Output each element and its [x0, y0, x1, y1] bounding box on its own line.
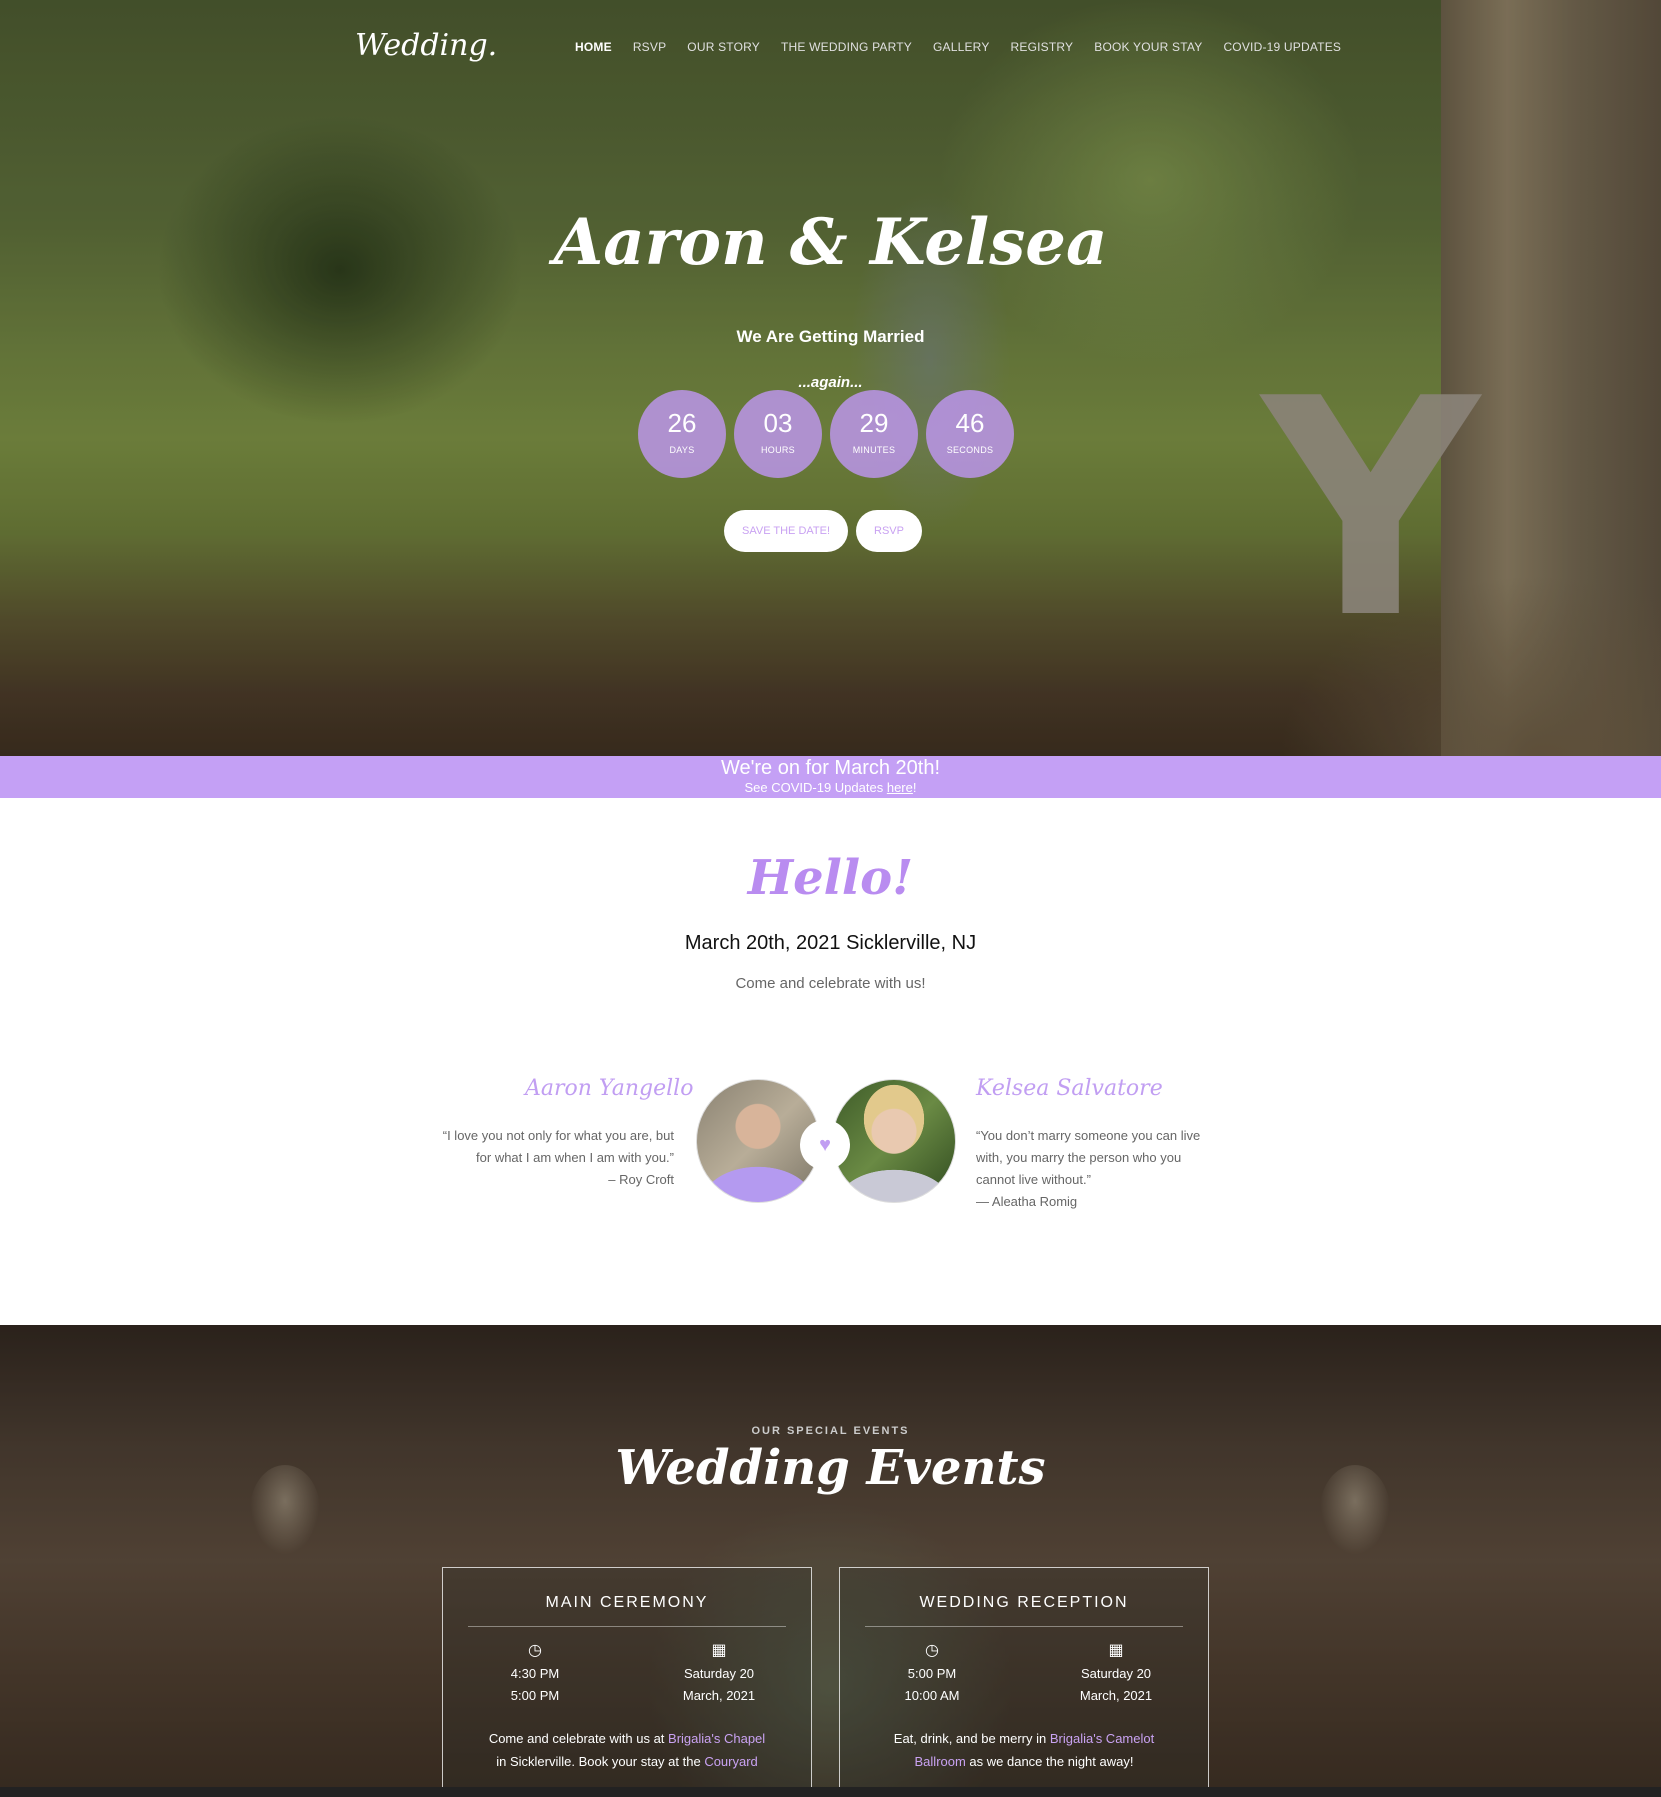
event-card-reception: WEDDING RECEPTION ◷ 5:00 PM 10:00 AM ▦ S…: [839, 1567, 1209, 1797]
venue-link-chapel[interactable]: Brigalia's Chapel: [668, 1731, 765, 1746]
nav-item-wedding-party[interactable]: THE WEDDING PARTY: [781, 40, 912, 54]
bride-quote-line-3: cannot live without.”: [976, 1172, 1091, 1187]
event-time: ◷ 5:00 PM 10:00 AM: [840, 1641, 1024, 1707]
bottom-bar: [0, 1787, 1661, 1797]
event-description: Come and celebrate with us at Brigalia's…: [465, 1727, 789, 1773]
banner-headline: We're on for March 20th!: [720, 757, 941, 779]
hero-subtitle: We Are Getting Married: [736, 327, 925, 346]
hello-subtitle: Come and celebrate with us!: [735, 975, 926, 992]
event-date-month: March, 2021: [1079, 1688, 1153, 1703]
groom-quote-line-2: for what I am when I am with you.”: [476, 1150, 674, 1165]
event-time: ◷ 4:30 PM 5:00 PM: [443, 1641, 627, 1707]
clock-icon: ◷: [528, 1642, 542, 1659]
event-card-title: MAIN CEREMONY: [545, 1594, 709, 1611]
countdown-seconds-label: SECONDS: [946, 445, 994, 455]
banner-line: See COVID-19 Updates here!: [0, 780, 1661, 796]
nav-item-registry[interactable]: REGISTRY: [1011, 40, 1074, 54]
event-date-day: Saturday 20: [683, 1666, 755, 1681]
event-time-end: 5:00 PM: [510, 1688, 560, 1703]
bride-quote-line-1: “You don’t marry someone you can live: [976, 1128, 1201, 1143]
calendar-icon: ▦: [1108, 1642, 1124, 1659]
main-nav: Wedding. HOME RSVP OUR STORY THE WEDDING…: [0, 28, 1661, 68]
nav-item-home[interactable]: HOME: [575, 40, 612, 54]
calendar-icon: ▦: [711, 1642, 727, 1659]
banner-line-prefix: See COVID-19 Updates: [744, 780, 887, 795]
hero-title: Aaron & Kelsea: [553, 205, 1108, 280]
event-desc-text-2: in Sicklerville. Book your stay at the: [496, 1754, 705, 1769]
clock-icon: ◷: [925, 1642, 939, 1659]
countdown-hours-label: HOURS: [760, 445, 795, 455]
nav-item-book-your-stay[interactable]: BOOK YOUR STAY: [1094, 40, 1202, 54]
hero-again-text: ...again...: [798, 374, 863, 391]
nav-item-our-story[interactable]: OUR STORY: [687, 40, 760, 54]
countdown: 26 DAYS 03 HOURS 29 MINUTES 46 SECONDS: [638, 390, 1014, 478]
countdown-days-value: 26: [667, 408, 697, 438]
events-kicker: OUR SPECIAL EVENTS: [751, 1425, 910, 1437]
venue-link-ballroom[interactable]: Brigalia's Camelot: [1050, 1731, 1154, 1746]
event-date-day: Saturday 20: [1080, 1666, 1152, 1681]
event-date: ▦ Saturday 20 March, 2021: [1024, 1641, 1208, 1707]
hello-title: Hello!: [747, 850, 914, 906]
events-overlay: [0, 1325, 1661, 1797]
events-title: Wedding Events: [615, 1440, 1046, 1496]
countdown-seconds: 46 SECONDS: [926, 390, 1014, 478]
groom-name: Aaron Yangello: [525, 1076, 694, 1101]
event-time-start: 5:00 PM: [907, 1666, 957, 1681]
nav-menu: HOME RSVP OUR STORY THE WEDDING PARTY GA…: [575, 40, 1362, 54]
event-date: ▦ Saturday 20 March, 2021: [627, 1641, 811, 1707]
save-the-date-button[interactable]: SAVE THE DATE!: [724, 510, 849, 552]
nav-item-rsvp[interactable]: RSVP: [633, 40, 666, 54]
hotel-link-courtyard[interactable]: Couryard: [704, 1754, 757, 1769]
bride-name: Kelsea Salvatore: [976, 1076, 1163, 1101]
hero-buttons: SAVE THE DATE! RSVP: [724, 510, 922, 552]
rsvp-button[interactable]: RSVP: [856, 510, 922, 552]
venue-link-ballroom-2[interactable]: Ballroom: [915, 1754, 966, 1769]
countdown-minutes-label: MINUTES: [852, 445, 896, 455]
nav-item-gallery[interactable]: GALLERY: [933, 40, 990, 54]
countdown-seconds-value: 46: [955, 408, 985, 438]
event-card-ceremony: MAIN CEREMONY ◷ 4:30 PM 5:00 PM ▦ Saturd…: [442, 1567, 812, 1797]
groom-quote-author: – Roy Croft: [608, 1172, 674, 1187]
card-divider: [468, 1626, 786, 1627]
groom-quote: “I love you not only for what you are, b…: [443, 1125, 674, 1191]
countdown-days: 26 DAYS: [638, 390, 726, 478]
site-logo[interactable]: Wedding.: [355, 28, 497, 63]
bride-quote-author: — Aleatha Romig: [976, 1194, 1078, 1209]
event-card-title: WEDDING RECEPTION: [919, 1594, 1129, 1611]
bride-quote-line-2: with, you marry the person who you: [976, 1150, 1182, 1165]
event-desc-text-2: as we dance the night away!: [965, 1754, 1134, 1769]
card-divider: [865, 1626, 1183, 1627]
event-card-details: ◷ 5:00 PM 10:00 AM ▦ Saturday 20 March, …: [840, 1641, 1208, 1707]
event-desc-text-1: Eat, drink, and be merry in: [893, 1731, 1050, 1746]
countdown-minutes: 29 MINUTES: [830, 390, 918, 478]
countdown-days-label: DAYS: [669, 445, 695, 455]
event-desc-text-1: Come and celebrate with us at: [488, 1731, 669, 1746]
event-date-month: March, 2021: [682, 1688, 756, 1703]
event-card-details: ◷ 4:30 PM 5:00 PM ▦ Saturday 20 March, 2…: [443, 1641, 811, 1707]
event-description: Eat, drink, and be merry in Brigalia's C…: [862, 1727, 1186, 1773]
bride-avatar: [832, 1079, 956, 1203]
countdown-hours-value: 03: [763, 408, 793, 438]
wedding-date-location: March 20th, 2021 Sicklerville, NJ: [684, 932, 977, 954]
bride-quote: “You don’t marry someone you can live wi…: [976, 1125, 1200, 1213]
event-time-start: 4:30 PM: [510, 1666, 560, 1681]
banner-covid-link[interactable]: here: [887, 780, 913, 795]
countdown-hours: 03 HOURS: [734, 390, 822, 478]
event-time-end: 10:00 AM: [904, 1688, 960, 1703]
groom-quote-line-1: “I love you not only for what you are, b…: [442, 1128, 674, 1143]
heart-icon: ♥: [800, 1120, 850, 1170]
events-section: OUR SPECIAL EVENTS Wedding Events MAIN C…: [0, 1325, 1661, 1797]
banner-line-suffix: !: [912, 780, 917, 795]
covid-banner: We're on for March 20th! See COVID-19 Up…: [0, 756, 1661, 798]
nav-item-covid-updates[interactable]: COVID-19 UPDATES: [1223, 40, 1341, 54]
hero-section: Y Wedding. HOME RSVP OUR STORY THE WEDDI…: [0, 0, 1661, 756]
countdown-minutes-value: 29: [859, 408, 889, 438]
